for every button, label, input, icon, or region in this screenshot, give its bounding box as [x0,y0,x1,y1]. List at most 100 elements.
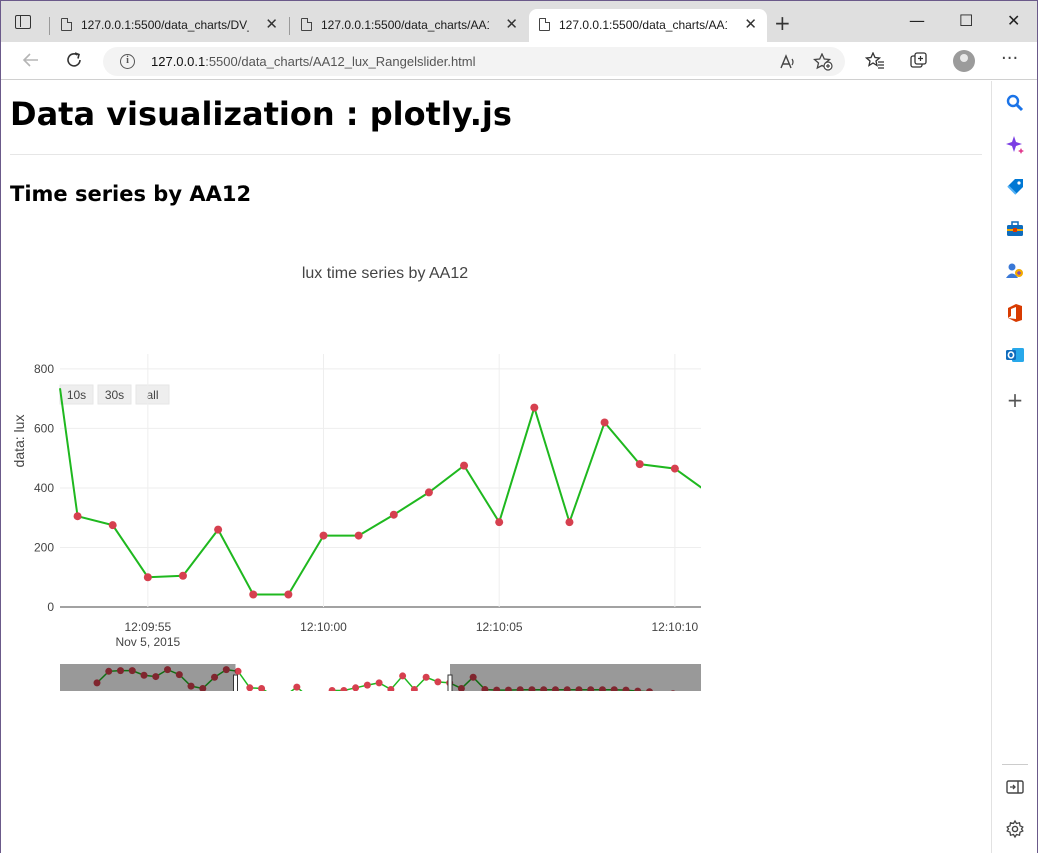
data-point [495,518,504,527]
y-tick-label: 0 [47,600,54,614]
slider-point [293,683,301,691]
new-tab-button[interactable]: + [774,11,791,35]
address-toolbar: i 127.0.0.1:5500/data_charts/AA12_lux_Ra… [1,42,1037,80]
add-favorite-icon[interactable] [812,52,833,75]
slider-handle-right[interactable] [447,674,453,691]
slider-point [422,673,430,681]
split-screen-icon[interactable] [1004,777,1026,799]
maximize-button[interactable]: ☐ [959,11,973,30]
plot-area[interactable] [59,388,701,599]
y-tick-label: 600 [34,421,54,435]
slider-point [363,681,371,689]
x-axis: 12:09:55 12:10:00 12:10:05 12:10:10 Nov 5, 2… [115,620,698,649]
page-icon [61,18,72,31]
tab-3-active[interactable]: 127.0.0.1:5500/data_charts/AA12_ ✕ [529,9,767,42]
url-text[interactable]: 127.0.0.1:5500/data_charts/AA12_lux_Rang… [151,54,476,69]
range-button-label: 30s [105,388,124,402]
profile-avatar[interactable] [953,50,975,72]
data-point [600,418,609,427]
tab-1[interactable]: 127.0.0.1:5500/data_charts/DV_ts ✕ [51,9,288,42]
page-icon [301,18,312,31]
data-point [249,590,258,599]
range-slider[interactable] [60,664,701,691]
games-icon[interactable] [1004,261,1026,283]
page-icon [539,18,550,31]
slider-mask-left [60,664,236,691]
tools-icon[interactable] [1004,219,1026,241]
tab-2[interactable]: 127.0.0.1:5500/data_charts/AA12_ ✕ [291,9,528,42]
data-point [73,512,82,521]
range-button-all[interactable]: all [135,384,170,405]
office-icon[interactable] [1004,303,1026,325]
search-icon[interactable] [1004,93,1026,115]
slider-point [375,679,383,687]
data-point [214,525,223,534]
slider-point [434,678,442,686]
address-bar[interactable]: i 127.0.0.1:5500/data_charts/AA12_lux_Ra… [103,47,845,76]
data-point [460,461,469,470]
read-aloud-icon[interactable] [779,53,797,75]
x-tick-date: Nov 5, 2015 [115,635,180,649]
info-icon[interactable]: i [120,54,135,69]
chart-title: lux time series by AA12 [302,265,468,282]
close-icon[interactable]: ✕ [744,15,757,33]
data-point [354,531,363,540]
y-tick-label: 400 [34,481,54,495]
back-button[interactable] [21,50,41,75]
slider-point [399,672,407,680]
shopping-icon[interactable] [1004,177,1026,199]
slider-mask-right [450,664,701,691]
minimize-button[interactable]: — [909,11,925,30]
favorites-icon[interactable] [864,51,885,74]
page-title: Data visualization : plotly.js [10,95,512,133]
data-point [670,464,679,473]
range-button-10s[interactable]: 10s [59,384,94,405]
tab-title: 127.0.0.1:5500/data_charts/AA12_ [321,18,489,32]
url-host: 127.0.0.1 [151,54,206,69]
y-tick-label: 200 [34,540,54,554]
edge-sidebar: + [991,81,1037,853]
tab-separator [49,17,50,35]
url-path: :5500/data_charts/AA12_lux_Rangelslider.… [205,54,476,69]
slider-point [352,684,360,691]
x-tick-label: 12:10:10 [652,620,699,634]
data-point [178,571,187,580]
slider-point [246,684,254,691]
tab-actions-icon[interactable] [15,15,31,29]
close-icon[interactable]: ✕ [265,15,278,33]
data-point [319,531,328,540]
tab-title: 127.0.0.1:5500/data_charts/AA12_ [559,18,727,32]
settings-icon[interactable] [1004,819,1026,841]
data-point [108,521,117,530]
slider-point [234,667,242,675]
x-tick-label: 12:10:05 [476,620,523,634]
x-tick-label: 12:10:00 [300,620,347,634]
copilot-icon[interactable] [1004,135,1026,157]
section-heading: Time series by AA12 [10,182,252,206]
page-content: Data visualization : plotly.js Time seri… [1,81,991,853]
add-icon[interactable]: + [1004,389,1026,411]
x-tick-label: 12:09:55 [124,620,171,634]
y-tick-label: 800 [34,362,54,376]
reload-button[interactable] [64,50,84,75]
data-point [143,573,152,582]
tab-separator [289,17,290,35]
data-point [424,488,433,497]
tab-strip: 127.0.0.1:5500/data_charts/DV_ts ✕ 127.0… [1,1,1037,42]
more-menu-icon[interactable]: ··· [1001,48,1018,69]
tab-title: 127.0.0.1:5500/data_charts/DV_ts [81,18,249,32]
data-point [284,590,293,599]
close-icon[interactable]: ✕ [505,15,518,33]
collections-icon[interactable] [909,52,929,74]
plotly-chart[interactable]: lux time series by AA12 10s 30s all 0 200 40… [1,251,701,691]
range-selector: 10s 30s all [59,384,170,405]
outlook-icon[interactable] [1004,345,1026,367]
range-button-30s[interactable]: 30s [97,384,132,405]
horizontal-rule [10,154,982,155]
data-point [530,403,539,412]
close-window-button[interactable]: ✕ [1007,11,1020,30]
y-axis: 0 200 400 600 800 [34,362,54,614]
data-point [635,460,644,469]
slider-handle-left[interactable] [233,674,238,691]
sidebar-divider [1002,764,1028,765]
